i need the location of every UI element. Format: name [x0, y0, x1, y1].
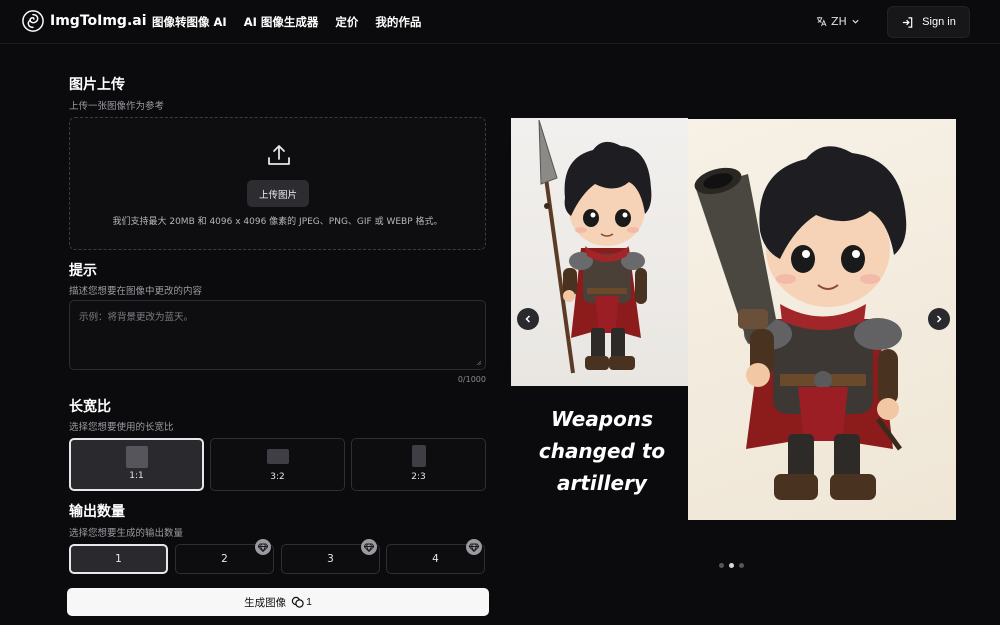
- ratio-option-2-3[interactable]: 2:3: [351, 438, 486, 491]
- prompt-title: 提示: [69, 263, 97, 279]
- upload-hint: 我们支持最大 20MB 和 4096 x 4096 像素的 JPEG、PNG、G…: [112, 217, 443, 227]
- output-option-label: 2: [221, 553, 228, 565]
- chibi-artillery-warrior-illustration: [694, 146, 907, 500]
- ratio-landscape-shape: [267, 449, 289, 464]
- upload-icon: [268, 145, 290, 165]
- upload-desc: 上传一张图像作为参考: [69, 101, 165, 112]
- caption-line: Weapons: [550, 407, 654, 431]
- output-option-1[interactable]: 1: [69, 544, 168, 574]
- prompt-placeholder: 示例：将背景更改为蓝天。: [79, 312, 194, 323]
- main-nav: 图像转图像 AI AI 图像生成器 定价 我的作品: [152, 14, 421, 30]
- ratio-portrait-shape: [412, 445, 426, 467]
- ratio-label: 1:1: [129, 471, 144, 481]
- prompt-textarea[interactable]: 示例：将背景更改为蓝天。: [69, 300, 486, 370]
- example-showcase: Weapons changed to artillery: [511, 118, 956, 520]
- carousel-prev-button[interactable]: [517, 308, 539, 330]
- sign-in-label: Sign in: [922, 16, 956, 28]
- carousel-dot[interactable]: [719, 563, 724, 568]
- generate-image-button[interactable]: 生成图像 1: [67, 588, 489, 616]
- carousel-dot-active[interactable]: [729, 563, 734, 568]
- output-option-4[interactable]: 4: [386, 539, 485, 574]
- nav-item-pricing[interactable]: 定价: [335, 14, 358, 30]
- output-option-2[interactable]: 2: [175, 539, 274, 574]
- output-option-label: 1: [115, 553, 122, 565]
- generate-label: 生成图像: [244, 596, 287, 609]
- login-icon: [903, 16, 913, 28]
- showcase-caption: Weapons changed to artillery: [527, 403, 677, 499]
- ratio-label: 3:2: [270, 472, 285, 482]
- before-image: [511, 118, 688, 386]
- language-selector[interactable]: ZH: [816, 15, 860, 28]
- chevron-down-icon: [852, 19, 859, 24]
- generate-cost: 1: [306, 596, 312, 608]
- ratio-label: 2:3: [411, 472, 426, 482]
- output-option-3[interactable]: 3: [281, 539, 380, 574]
- logo[interactable]: ImgToImg.ai: [22, 10, 147, 32]
- after-image: [688, 119, 956, 520]
- coins-icon: [291, 596, 304, 608]
- ratio-option-3-2[interactable]: 3:2: [210, 438, 345, 491]
- swirl-logo-icon: [22, 10, 44, 32]
- nav-item-img2img[interactable]: 图像转图像 AI: [152, 14, 227, 30]
- diamond-icon: [255, 539, 271, 555]
- char-count: 0/1000: [457, 375, 486, 384]
- caption-line: changed to: [538, 439, 666, 463]
- caption-line: artillery: [557, 471, 647, 495]
- resize-handle-icon: [476, 360, 482, 366]
- chevron-right-icon: [936, 315, 942, 323]
- language-label: ZH: [831, 15, 847, 28]
- carousel-next-button[interactable]: [928, 308, 950, 330]
- upload-title: 图片上传: [69, 77, 125, 93]
- sign-in-button[interactable]: Sign in: [887, 6, 970, 38]
- output-option-label: 4: [432, 553, 439, 565]
- ratio-title: 长宽比: [69, 399, 111, 415]
- chibi-spear-warrior-illustration: [538, 119, 652, 374]
- ratio-square-shape: [126, 446, 148, 468]
- translate-icon: [816, 16, 827, 27]
- prompt-desc: 描述您想要在图像中更改的内容: [69, 286, 203, 297]
- chevron-left-icon: [525, 315, 531, 323]
- carousel-dots: [719, 563, 744, 568]
- carousel-dot[interactable]: [739, 563, 744, 568]
- upload-dropzone[interactable]: 上传图片 我们支持最大 20MB 和 4096 x 4096 像素的 JPEG、…: [69, 117, 486, 250]
- ratio-desc: 选择您想要使用的长宽比: [69, 422, 174, 433]
- ratio-option-1-1[interactable]: 1:1: [69, 438, 204, 491]
- logo-text: ImgToImg.ai: [50, 13, 147, 29]
- output-desc: 选择您想要生成的输出数量: [69, 528, 184, 539]
- diamond-icon: [361, 539, 377, 555]
- output-option-label: 3: [327, 553, 334, 565]
- diamond-icon: [466, 539, 482, 555]
- nav-item-my-works[interactable]: 我的作品: [375, 14, 421, 30]
- nav-item-generator[interactable]: AI 图像生成器: [244, 14, 319, 30]
- output-title: 输出数量: [69, 504, 125, 520]
- upload-image-button[interactable]: 上传图片: [247, 180, 309, 207]
- top-header: ImgToImg.ai 图像转图像 AI AI 图像生成器 定价 我的作品 ZH…: [0, 0, 1000, 44]
